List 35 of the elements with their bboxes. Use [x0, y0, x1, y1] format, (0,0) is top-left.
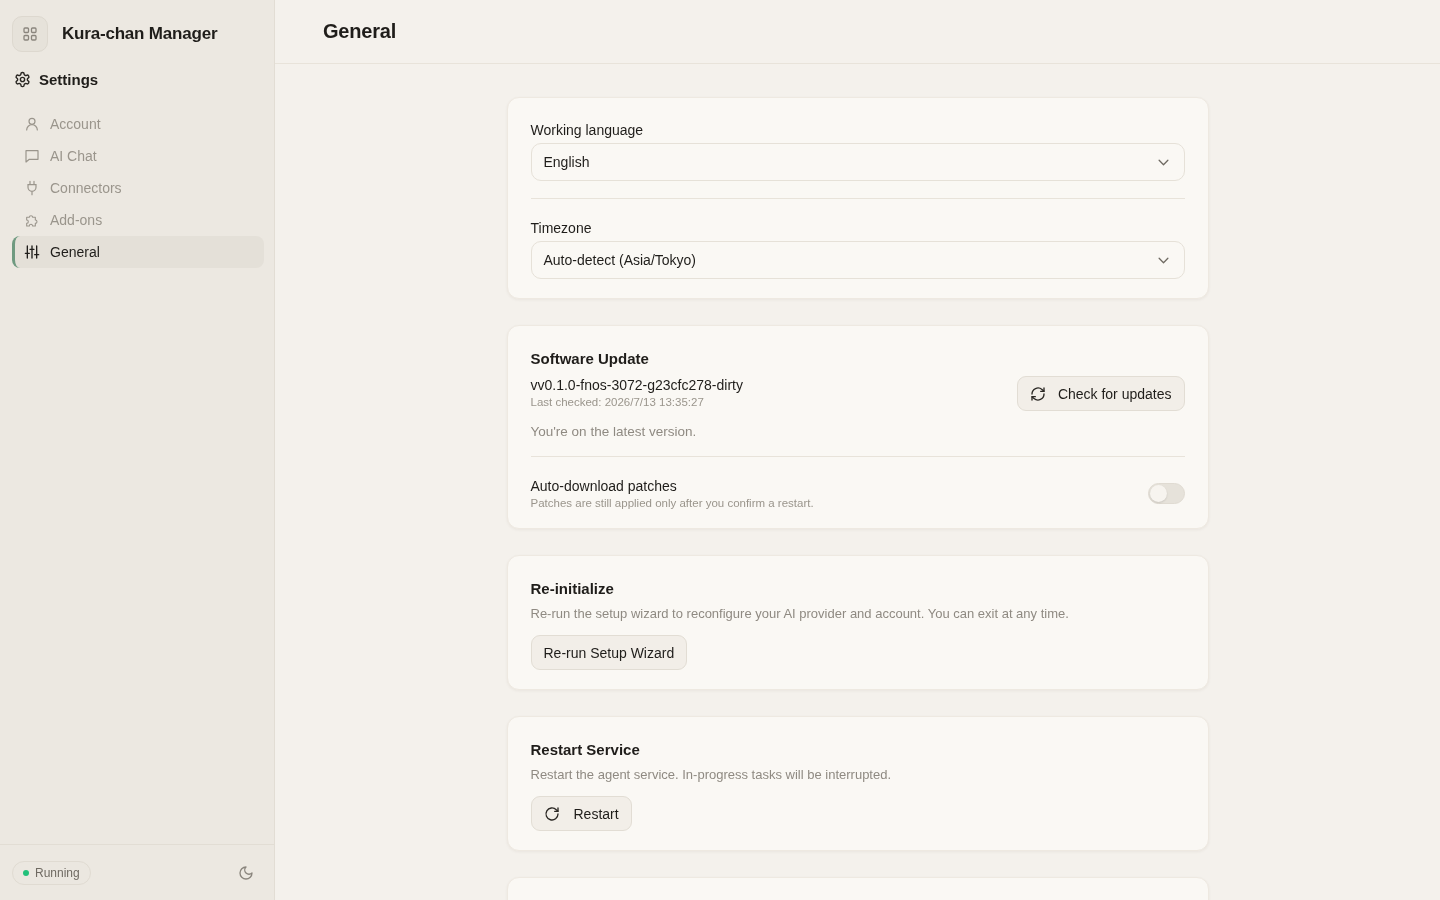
refresh-icon [1029, 385, 1046, 402]
app-title: Kura-chan Manager [62, 24, 218, 44]
section-title: Settings [39, 71, 99, 88]
field-label: Working language [530, 122, 645, 138]
toggle-label: Auto-download patches [530, 478, 678, 494]
rotate-icon [543, 805, 560, 822]
plug-icon [24, 180, 40, 196]
version-text: vv0.1.0-fnos-3072-g23cfc278-dirty [530, 377, 743, 393]
language-dropdown[interactable]: English [530, 143, 1185, 181]
nav-item[interactable]: General [12, 236, 264, 268]
chevron-down-icon [1157, 158, 1169, 166]
status-label: Running [35, 866, 80, 880]
card-title: Re-initialize [530, 580, 615, 597]
sliders-icon [24, 244, 40, 260]
card-title: Restart Service [530, 741, 641, 758]
grid-icon[interactable] [12, 16, 48, 52]
chevron-down-icon [1157, 256, 1169, 264]
toggle-hint: Patches are still applied only after you confirm a restart. [530, 497, 814, 509]
card-title: Software Update [530, 350, 650, 367]
moon-icon[interactable] [238, 865, 254, 881]
person-icon [24, 116, 40, 132]
card-description: Restart the agent service. In-progress tasks will be interrupted. [530, 767, 893, 782]
setup-wizard-button[interactable]: Re-run Setup Wizard [530, 635, 688, 670]
toggle-switch[interactable] [1147, 483, 1185, 504]
timezone-dropdown[interactable]: Auto-detect (Asia/Tokyo) [530, 241, 1185, 279]
last-checked-text: Last checked: 2026/7/13 13:35:27 [530, 396, 705, 408]
page-title: General [323, 20, 397, 43]
puzzle-icon [24, 212, 40, 228]
settings-icon [14, 71, 31, 88]
status-message: You're on the latest version. [530, 424, 698, 439]
card-description: Re-run the setup wizard to reconfigure your AI provider and account. You can exit at any time. [530, 606, 1070, 621]
restart-button[interactable]: Restart [530, 796, 632, 831]
check-updates-button[interactable]: Check for updates [1016, 376, 1185, 411]
chat-bubble-icon [24, 148, 40, 164]
field-label: Timezone [530, 220, 593, 236]
